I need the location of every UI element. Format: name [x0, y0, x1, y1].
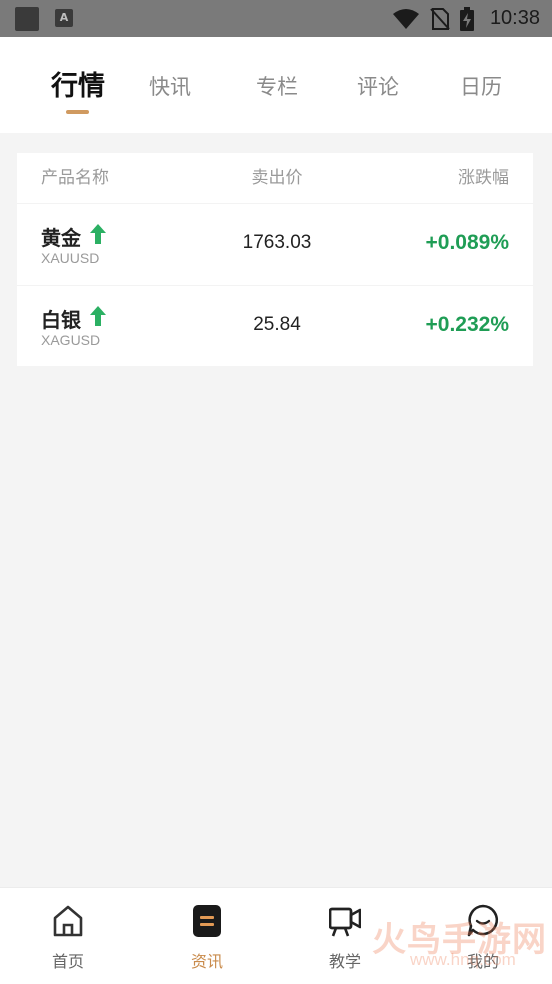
- nav-mine[interactable]: 我的: [433, 888, 533, 984]
- keyboard-notification-icon: A: [55, 9, 73, 27]
- nav-home[interactable]: 首页: [18, 888, 118, 984]
- nav-label: 首页: [51, 952, 84, 971]
- tab-calendar[interactable]: 日历: [441, 37, 521, 133]
- tab-column[interactable]: 专栏: [237, 37, 317, 133]
- product-name: 黄金: [41, 226, 81, 250]
- sell-price: 1763.03: [242, 232, 312, 253]
- top-tab-bar: 行情 快讯 专栏 评论 日历: [0, 37, 552, 133]
- app-notification-icon: [15, 7, 39, 31]
- column-header-price: 卖出价: [251, 168, 303, 188]
- up-arrow-icon: [90, 224, 106, 244]
- table-row-gold[interactable]: 黄金 XAUUSD 1763.03 +0.089%: [17, 204, 533, 285]
- nav-label: 资讯: [190, 952, 223, 971]
- column-header-name: 产品名称: [41, 168, 109, 188]
- change-percent: +0.232%: [425, 313, 510, 336]
- home-icon: [53, 905, 83, 937]
- battery-charging-icon: [460, 6, 474, 31]
- nav-news[interactable]: 资讯: [157, 888, 257, 984]
- table-row-silver[interactable]: 白银 XAGUSD 25.84 +0.232%: [17, 286, 533, 367]
- wifi-icon: [393, 8, 419, 29]
- status-icons: [392, 6, 474, 31]
- up-arrow-icon: [90, 306, 106, 326]
- bottom-nav: 首页 资讯 教学 我的: [0, 887, 552, 984]
- tab-market[interactable]: 行情: [38, 37, 118, 133]
- product-code: XAUUSD: [41, 250, 100, 266]
- change-percent: +0.089%: [425, 231, 510, 254]
- chat-bubble-icon: [467, 904, 499, 937]
- no-sim-icon: [430, 7, 450, 30]
- nav-label: 教学: [328, 952, 361, 971]
- status-time: 10:38: [489, 7, 540, 29]
- status-bar: A 10:38: [0, 0, 552, 37]
- sell-price: 25.84: [253, 314, 301, 335]
- product-code: XAGUSD: [41, 332, 101, 348]
- product-name: 白银: [41, 308, 81, 332]
- column-header-change: 涨跌幅: [458, 168, 509, 188]
- nav-label: 我的: [466, 952, 499, 971]
- tab-active-indicator: [66, 110, 89, 114]
- news-icon: [193, 905, 221, 937]
- tab-comment[interactable]: 评论: [338, 37, 418, 133]
- video-camera-icon: [329, 907, 361, 937]
- quotes-table: 产品名称 卖出价 涨跌幅 黄金 XAUUSD 1763.03 +0.089% 白…: [17, 153, 533, 366]
- tab-flash-news[interactable]: 快讯: [130, 37, 210, 133]
- nav-teaching[interactable]: 教学: [295, 888, 395, 984]
